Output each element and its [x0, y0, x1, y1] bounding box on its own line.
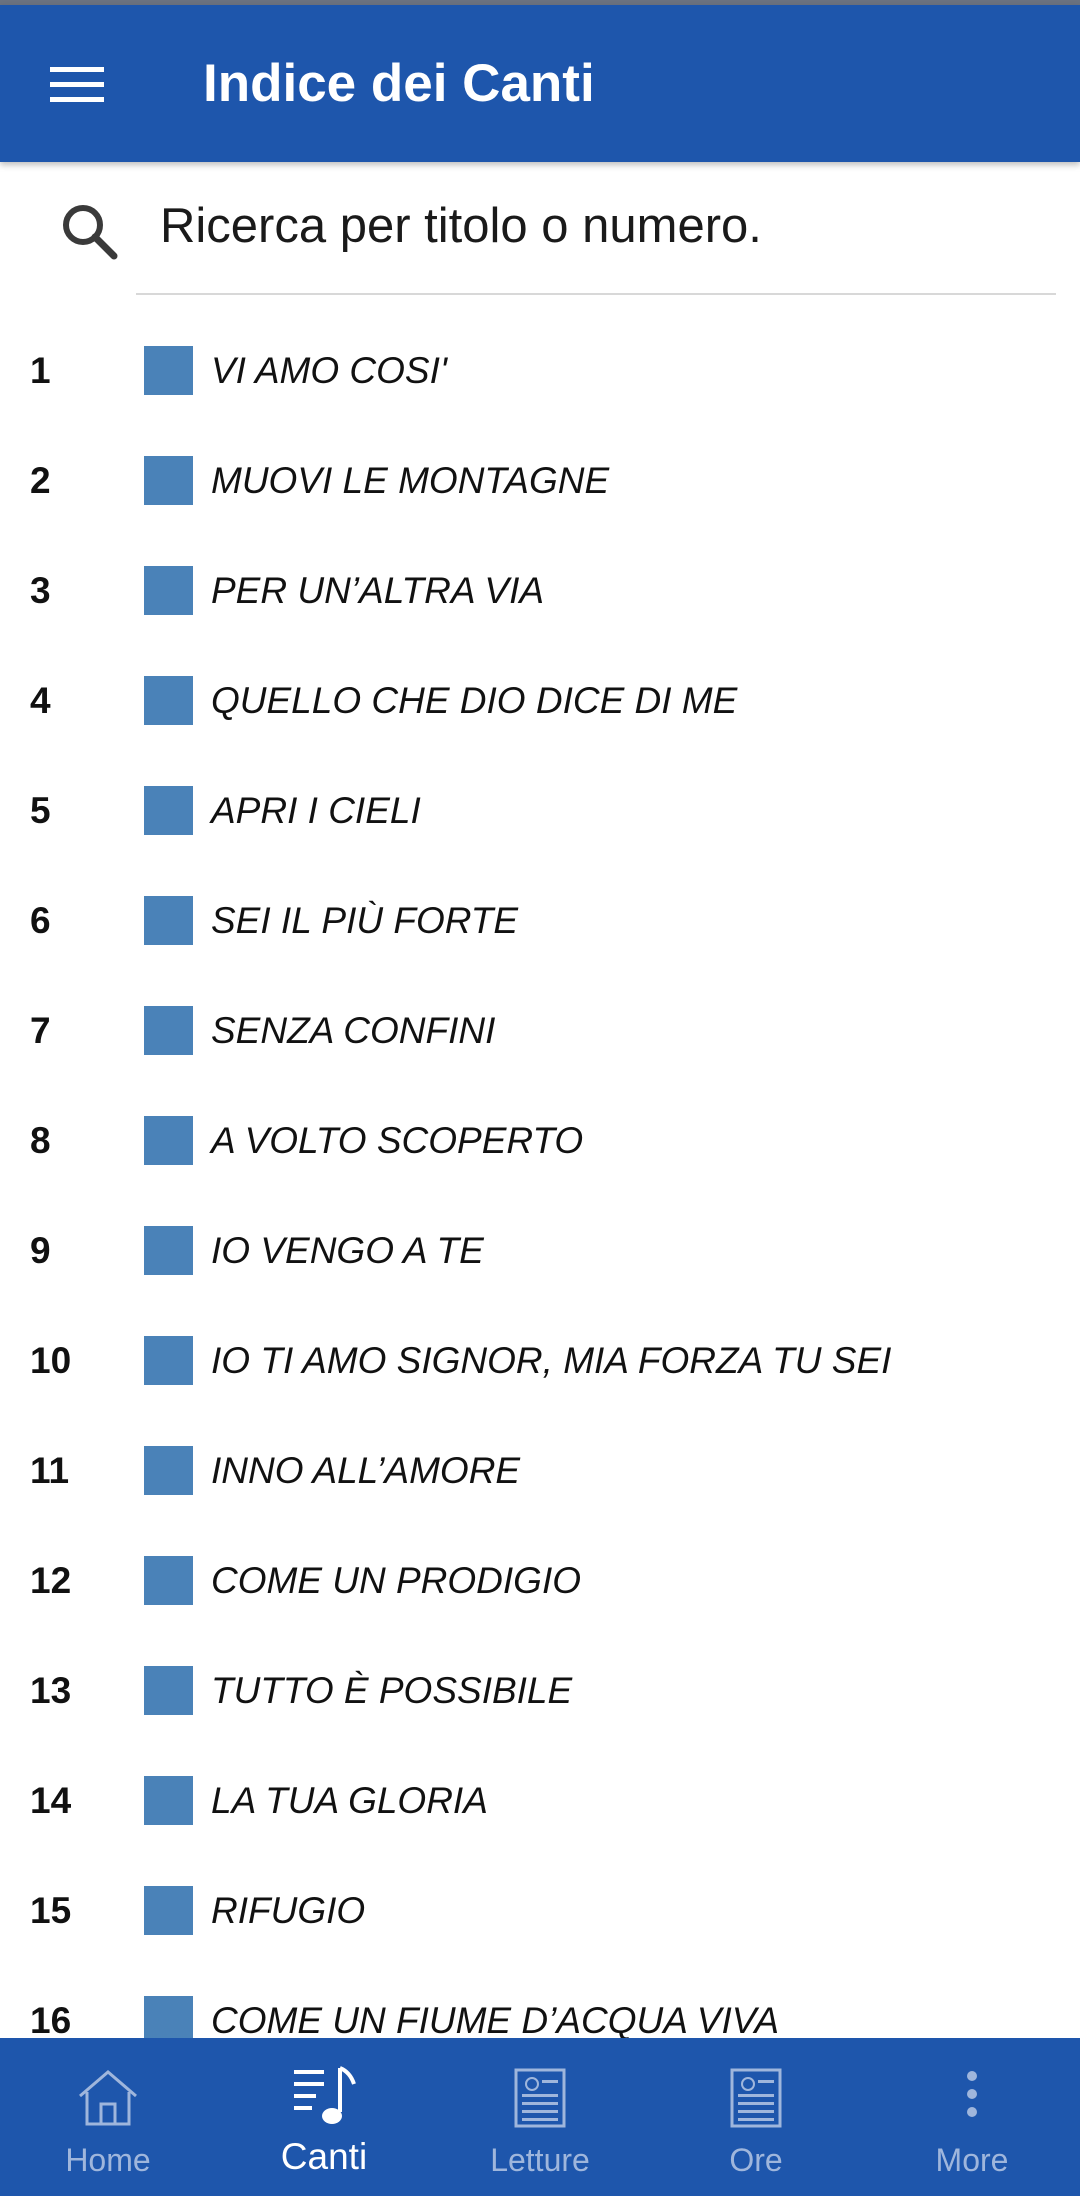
song-title: LA TUA GLORIA [211, 1780, 488, 1821]
song-marker-icon [144, 1996, 193, 2038]
song-number: 7 [30, 1010, 51, 1051]
song-marker-icon [144, 346, 193, 395]
song-title: SEI IL PIÙ FORTE [211, 900, 519, 941]
song-number: 3 [30, 570, 51, 611]
screen: Indice dei Canti 1 VI AMO COSI' 2 MUOVI LE … [0, 0, 1080, 2196]
song-marker-icon [144, 1006, 193, 1055]
song-row[interactable]: 16 COME UN FIUME D’ACQUA VIVA [0, 1966, 1080, 2038]
search-input[interactable] [136, 184, 1056, 268]
nav-more[interactable]: More [864, 2038, 1080, 2196]
nav-ore[interactable]: Ore [648, 2038, 864, 2196]
song-title: SENZA CONFINI [211, 1010, 496, 1051]
song-row[interactable]: 6 SEI IL PIÙ FORTE [0, 866, 1080, 976]
song-row[interactable]: 7 SENZA CONFINI [0, 976, 1080, 1086]
song-row[interactable]: 12 COME UN PRODIGIO [0, 1526, 1080, 1636]
song-number: 8 [30, 1120, 51, 1161]
nav-more-label: More [935, 2142, 1009, 2178]
song-title: COME UN PRODIGIO [211, 1560, 582, 1601]
song-number: 16 [30, 2000, 72, 2038]
menu-button[interactable] [38, 45, 118, 125]
more-vertical-icon [967, 2071, 977, 2117]
song-title: A VOLTO SCOPERTO [211, 1120, 584, 1161]
bottom-navigation: Home Canti Letture Ore More [0, 2038, 1080, 2196]
nav-letture[interactable]: Letture [432, 2038, 648, 2196]
nav-ore-label: Ore [729, 2142, 783, 2178]
song-marker-icon [144, 1446, 193, 1495]
app-bar: Indice dei Canti [0, 5, 1080, 162]
song-number: 5 [30, 790, 51, 831]
song-row[interactable]: 15 RIFUGIO [0, 1856, 1080, 1966]
song-marker-icon [144, 566, 193, 615]
song-marker-icon [144, 786, 193, 835]
song-number: 4 [30, 680, 51, 721]
song-row[interactable]: 4 QUELLO CHE DIO DICE DI ME [0, 646, 1080, 756]
song-title: RIFUGIO [211, 1890, 366, 1931]
song-row[interactable]: 1 VI AMO COSI' [0, 316, 1080, 426]
nav-home-label: Home [65, 2142, 151, 2178]
song-number: 1 [30, 350, 51, 391]
search-bar [0, 162, 1080, 296]
song-marker-icon [144, 1886, 193, 1935]
song-marker-icon [144, 1776, 193, 1825]
song-row[interactable]: 13 TUTTO È POSSIBILE [0, 1636, 1080, 1746]
nav-canti-label: Canti [280, 2136, 368, 2177]
music-list-icon [294, 2066, 356, 2124]
song-marker-icon [144, 676, 193, 725]
song-list[interactable]: 1 VI AMO COSI' 2 MUOVI LE MONTAGNE 3 PER UN’A… [0, 316, 1080, 2038]
song-title: APRI I CIELI [211, 790, 421, 831]
song-title: PER UN’ALTRA VIA [211, 570, 545, 611]
song-marker-icon [144, 896, 193, 945]
home-icon [79, 2070, 137, 2126]
nav-letture-label: Letture [490, 2142, 590, 2178]
song-title: IO TI AMO SIGNOR, MIA FORZA TU SEI [211, 1340, 892, 1381]
song-number: 13 [30, 1670, 72, 1711]
song-row[interactable]: 8 A VOLTO SCOPERTO [0, 1086, 1080, 1196]
song-number: 9 [30, 1230, 51, 1271]
song-marker-icon [144, 1666, 193, 1715]
song-number: 6 [30, 900, 51, 941]
hours-icon [730, 2068, 782, 2128]
song-row[interactable]: 9 IO VENGO A TE [0, 1196, 1080, 1306]
search-divider [136, 293, 1056, 295]
song-title: COME UN FIUME D’ACQUA VIVA [211, 2000, 780, 2038]
nav-canti[interactable]: Canti [216, 2038, 432, 2196]
song-row[interactable]: 5 APRI I CIELI [0, 756, 1080, 866]
song-row[interactable]: 14 LA TUA GLORIA [0, 1746, 1080, 1856]
hamburger-menu-icon [50, 67, 104, 102]
song-number: 15 [30, 1890, 72, 1931]
song-row[interactable]: 10 IO TI AMO SIGNOR, MIA FORZA TU SEI [0, 1306, 1080, 1416]
song-title: QUELLO CHE DIO DICE DI ME [211, 680, 738, 721]
song-number: 12 [30, 1560, 72, 1601]
nav-home[interactable]: Home [0, 2038, 216, 2196]
page-title: Indice dei Canti [203, 54, 595, 113]
song-row[interactable]: 2 MUOVI LE MONTAGNE [0, 426, 1080, 536]
song-title: IO VENGO A TE [211, 1230, 484, 1271]
song-row[interactable]: 11 INNO ALL’AMORE [0, 1416, 1080, 1526]
song-number: 14 [30, 1780, 72, 1821]
song-title: INNO ALL’AMORE [211, 1450, 521, 1491]
search-icon [63, 205, 118, 260]
song-row[interactable]: 3 PER UN’ALTRA VIA [0, 536, 1080, 646]
song-title: VI AMO COSI' [211, 350, 447, 391]
song-title: TUTTO È POSSIBILE [211, 1670, 573, 1711]
song-number: 11 [30, 1450, 70, 1491]
reading-icon [514, 2068, 566, 2128]
song-marker-icon [144, 456, 193, 505]
song-marker-icon [144, 1336, 193, 1385]
song-marker-icon [144, 1226, 193, 1275]
song-number: 10 [30, 1340, 72, 1381]
song-marker-icon [144, 1556, 193, 1605]
song-number: 2 [30, 460, 51, 501]
song-marker-icon [144, 1116, 193, 1165]
song-title: MUOVI LE MONTAGNE [211, 460, 610, 501]
